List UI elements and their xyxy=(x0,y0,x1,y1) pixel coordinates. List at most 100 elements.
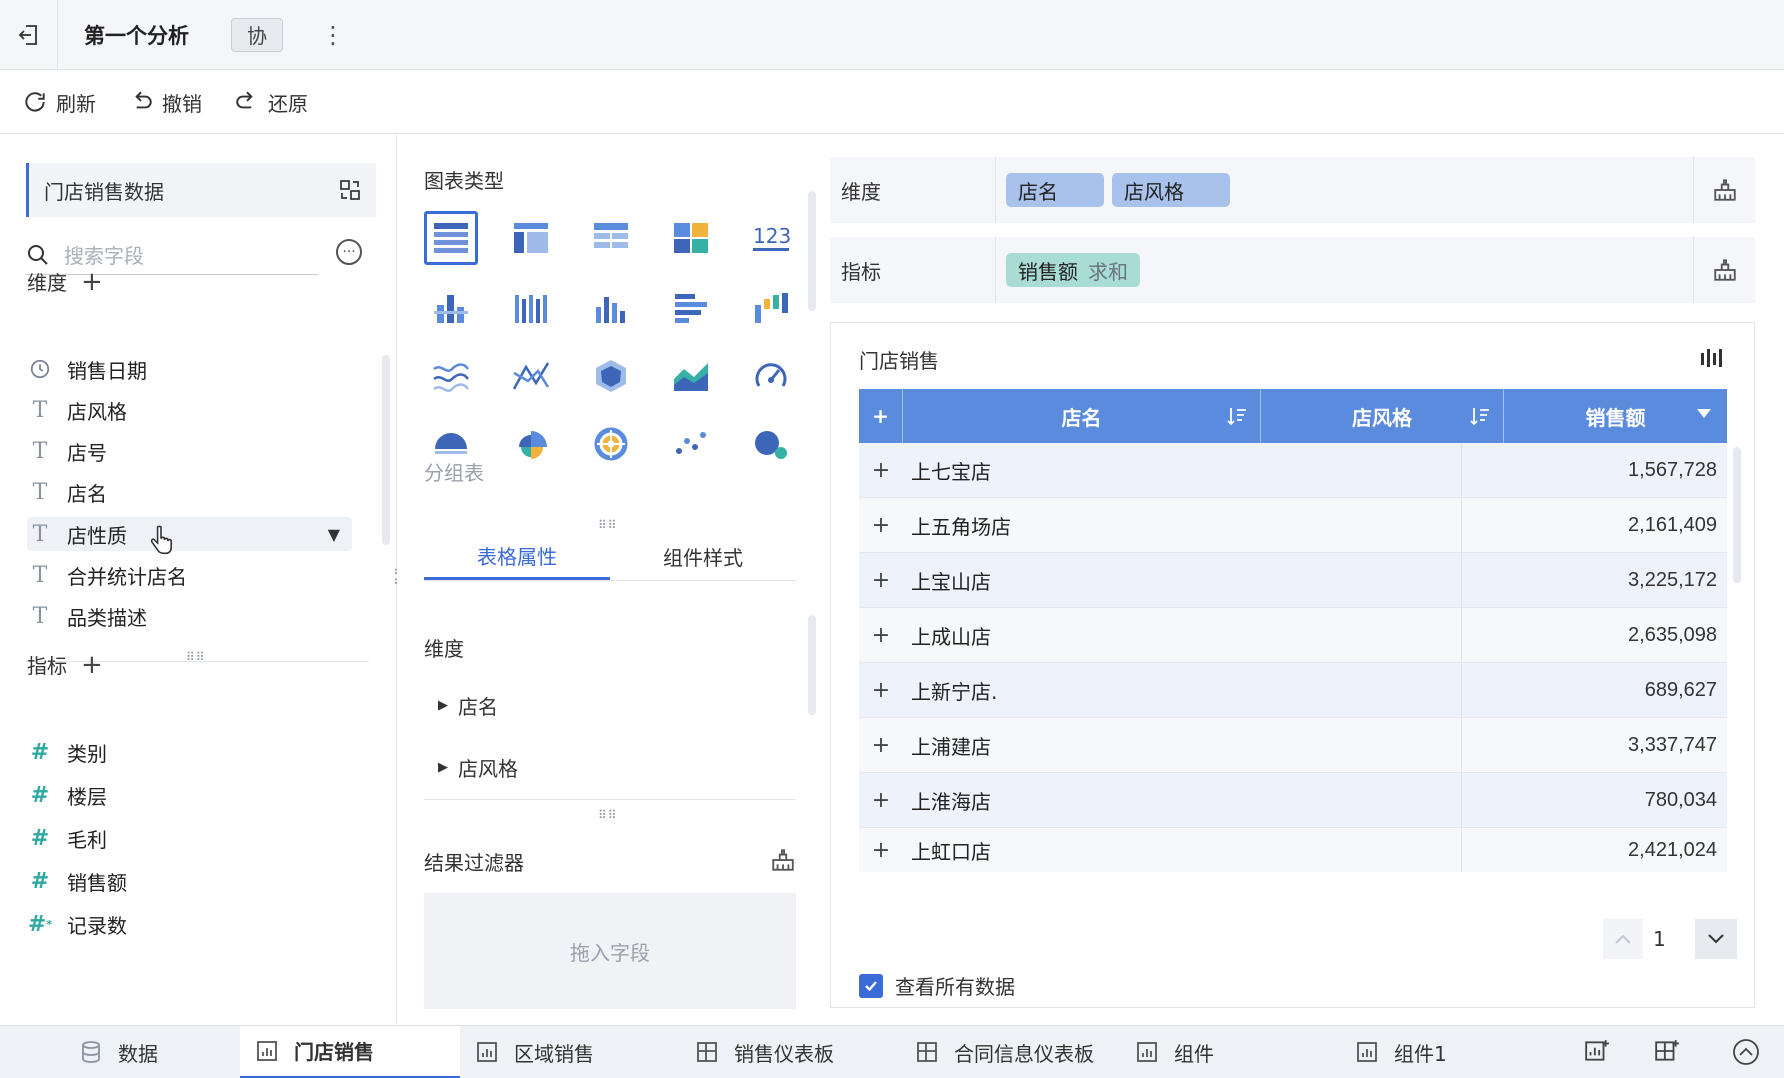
switch-dataset-icon[interactable] xyxy=(338,178,362,202)
expand-row-icon[interactable]: + xyxy=(859,838,903,863)
sort-icon[interactable] xyxy=(1226,405,1248,427)
horizontal-bar-chart-icon[interactable] xyxy=(664,281,718,335)
dimension-field[interactable]: T 品类描述 xyxy=(27,599,352,633)
dimension-shelf-label: 维度 xyxy=(830,157,996,223)
rose-chart-icon[interactable] xyxy=(504,417,558,471)
column-chart-icon[interactable] xyxy=(584,281,638,335)
props-scrollbar[interactable] xyxy=(808,615,816,715)
measure-shelf[interactable]: 指标 销售额 求和 xyxy=(830,237,1755,303)
dimension-pill[interactable]: 店名 xyxy=(1006,173,1104,207)
expand-row-icon[interactable]: + xyxy=(859,568,903,593)
add-dashboard-icon[interactable] xyxy=(1654,1038,1680,1064)
grouped-table-chart-icon[interactable] xyxy=(424,211,478,265)
sort-icon[interactable] xyxy=(1469,405,1491,427)
expand-row-icon[interactable]: + xyxy=(859,623,903,648)
props-dimension-item[interactable]: ▶ 店名 xyxy=(438,691,498,720)
view-all-data-checkbox[interactable]: 查看所有数据 xyxy=(859,971,1015,1000)
measure-field[interactable]: # 销售额 xyxy=(27,864,352,898)
measure-field[interactable]: # 楼层 xyxy=(27,778,352,812)
bar-chart-icon xyxy=(257,1040,277,1061)
refresh-button[interactable]: 刷新 xyxy=(22,88,96,117)
dimension-pill[interactable]: 店风格 xyxy=(1112,173,1230,207)
dataset-selector[interactable]: 门店销售数据 xyxy=(26,163,376,217)
more-menu-icon[interactable]: ⋮ xyxy=(321,23,345,47)
page-down-button[interactable] xyxy=(1695,919,1737,959)
chart-type-scrollbar[interactable] xyxy=(808,191,816,311)
detail-table-chart-icon[interactable] xyxy=(584,211,638,265)
sunburst-chart-icon[interactable] xyxy=(584,417,638,471)
expand-row-icon[interactable]: + xyxy=(859,678,903,703)
tab-region-sales[interactable]: 区域销售 xyxy=(460,1026,680,1078)
dimension-field[interactable]: T 合并统计店名 xyxy=(27,558,352,592)
more-options-icon[interactable]: ··· xyxy=(336,239,362,265)
resize-handle-icon[interactable]: ⠿⠿ xyxy=(186,651,206,663)
refresh-label: 刷新 xyxy=(56,91,96,116)
resize-handle-icon[interactable]: ⠿⠿ xyxy=(598,809,618,821)
field-panel: 门店销售数据 搜索字段 ··· 维度 + 销售日期 T 店风格 T 店号 T 店… xyxy=(0,135,405,1025)
tab-data[interactable]: 数据 xyxy=(0,1026,240,1078)
tab-table-properties[interactable]: 表格属性 xyxy=(424,533,610,580)
line-chart-icon[interactable] xyxy=(504,349,558,403)
tab-component1[interactable]: 组件1 xyxy=(1340,1026,1560,1078)
add-dimension-button[interactable]: + xyxy=(81,269,103,295)
dimension-field-hovered[interactable]: T 店性质 ▼ xyxy=(27,517,352,555)
page-up-button[interactable] xyxy=(1603,919,1643,959)
grouped-bar-chart-icon[interactable] xyxy=(504,281,558,335)
field-dropdown-icon[interactable]: ▼ xyxy=(328,525,340,544)
radar-chart-icon[interactable] xyxy=(584,349,638,403)
scatter-chart-icon[interactable] xyxy=(664,417,718,471)
filter-drop-zone[interactable]: 拖入字段 xyxy=(424,893,796,1009)
collab-button[interactable]: 协 xyxy=(231,17,283,52)
add-chart-icon[interactable] xyxy=(1584,1038,1610,1064)
dimension-shelf[interactable]: 维度 店名 店风格 xyxy=(830,157,1755,223)
dimension-field[interactable]: 销售日期 xyxy=(27,352,352,386)
treemap-chart-icon[interactable] xyxy=(664,211,718,265)
column-settings-icon[interactable] xyxy=(1700,347,1726,369)
expand-row-icon[interactable]: + xyxy=(859,458,903,483)
undo-label: 撤销 xyxy=(162,91,202,116)
cross-table-chart-icon[interactable] xyxy=(504,211,558,265)
measure-field[interactable]: # 毛利 xyxy=(27,821,352,855)
clear-shelf-button[interactable] xyxy=(1693,157,1755,223)
tab-component[interactable]: 组件 xyxy=(1120,1026,1340,1078)
clear-shelf-button[interactable] xyxy=(1693,237,1755,303)
column-header-store-style[interactable]: 店风格 xyxy=(1261,389,1504,443)
exit-button[interactable] xyxy=(0,0,58,70)
dimension-field[interactable]: T 店名 xyxy=(27,475,352,509)
tab-label: 门店销售 xyxy=(294,1040,374,1064)
tab-sales-dashboard[interactable]: 销售仪表板 xyxy=(680,1026,900,1078)
collapse-up-icon[interactable] xyxy=(1732,1038,1760,1066)
dimension-field[interactable]: T 店风格 xyxy=(27,393,352,427)
column-header-sales[interactable]: 销售额 xyxy=(1504,389,1727,443)
bubble-chart-icon[interactable] xyxy=(744,417,798,471)
dimension-list-scrollbar[interactable] xyxy=(382,355,390,545)
dimension-field[interactable]: T 店号 xyxy=(27,434,352,468)
dropdown-arrow-icon[interactable] xyxy=(1697,409,1711,418)
redo-button[interactable]: 还原 xyxy=(234,88,308,117)
add-measure-button[interactable]: + xyxy=(81,652,103,678)
measure-pill[interactable]: 销售额 求和 xyxy=(1006,253,1140,287)
props-dimension-item[interactable]: ▶ 店风格 xyxy=(438,753,518,782)
kpi-number-chart-icon[interactable]: 123 xyxy=(744,211,798,265)
tab-component-style[interactable]: 组件样式 xyxy=(610,533,796,580)
text-type-icon: T xyxy=(32,603,48,629)
expand-all-button[interactable]: + xyxy=(859,389,903,443)
area-chart-icon[interactable] xyxy=(664,349,718,403)
measure-field[interactable]: # 类别 xyxy=(27,735,352,769)
waterfall-chart-icon[interactable] xyxy=(744,281,798,335)
gauge-chart-icon[interactable] xyxy=(744,349,798,403)
undo-button[interactable]: 撤销 xyxy=(128,88,202,117)
tab-contract-dashboard[interactable]: 合同信息仪表板 xyxy=(900,1026,1120,1078)
column-header-store-name[interactable]: 店名 xyxy=(903,389,1261,443)
tab-label: 组件 xyxy=(1174,1041,1214,1066)
clear-filter-icon[interactable] xyxy=(770,847,796,873)
stacked-bar-chart-icon[interactable] xyxy=(424,281,478,335)
measure-field[interactable]: # * 记录数 xyxy=(27,907,352,941)
expand-row-icon[interactable]: + xyxy=(859,513,903,538)
multi-line-chart-icon[interactable] xyxy=(424,349,478,403)
tab-store-sales[interactable]: 门店销售 xyxy=(240,1025,460,1078)
expand-row-icon[interactable]: + xyxy=(859,788,903,813)
expand-row-icon[interactable]: + xyxy=(859,733,903,758)
table-scrollbar[interactable] xyxy=(1733,447,1741,583)
resize-handle-icon[interactable]: ⠿⠿ xyxy=(598,519,618,531)
